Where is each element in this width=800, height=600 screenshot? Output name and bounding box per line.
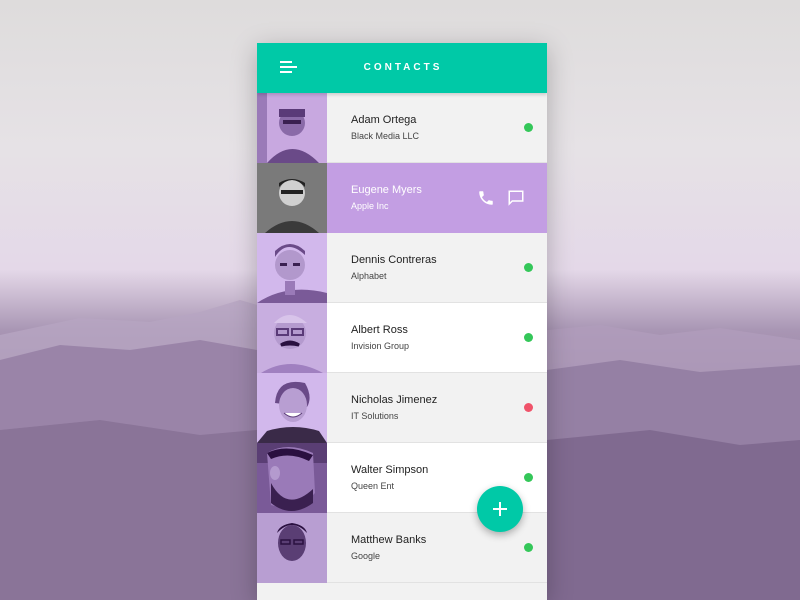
status-indicator: [524, 403, 533, 412]
contact-name: Adam Ortega: [351, 114, 417, 126]
avatar: [257, 233, 327, 303]
page-title: CONTACTS: [363, 62, 443, 73]
status-indicator: [524, 473, 533, 482]
contact-row[interactable]: Adam Ortega Black Media LLC: [257, 93, 547, 163]
contact-name: Walter Simpson: [351, 464, 429, 476]
contact-company: Queen Ent: [351, 481, 395, 491]
contact-name: Matthew Banks: [351, 534, 427, 546]
contact-row[interactable]: Dennis Contreras Alphabet: [257, 233, 547, 303]
contact-company: Alphabet: [351, 271, 387, 281]
contact-company: Invision Group: [351, 341, 410, 351]
contact-company: IT Solutions: [351, 411, 399, 421]
avatar: [257, 373, 327, 443]
contact-row[interactable]: Nicholas Jimenez IT Solutions: [257, 373, 547, 443]
phone-icon[interactable]: [477, 189, 495, 207]
avatar: [257, 443, 327, 513]
contact-name: Nicholas Jimenez: [351, 394, 438, 406]
avatar: [257, 513, 327, 583]
contact-company: Black Media LLC: [351, 131, 420, 141]
avatar: [257, 93, 327, 163]
contacts-app: CONTACTS Adam Ortega Black Media LLC Eug…: [257, 43, 547, 600]
status-indicator: [524, 543, 533, 552]
status-indicator: [524, 123, 533, 132]
avatar: [257, 163, 327, 233]
contact-name: Albert Ross: [351, 324, 408, 336]
contact-company: Google: [351, 551, 381, 561]
message-icon[interactable]: [507, 189, 525, 207]
status-indicator: [524, 263, 533, 272]
contact-company: Apple Inc: [351, 201, 389, 211]
status-indicator: [524, 333, 533, 342]
contact-row[interactable]: Albert Ross Invision Group: [257, 303, 547, 373]
contact-name: Dennis Contreras: [351, 254, 437, 266]
contact-name: Eugene Myers: [351, 184, 422, 196]
avatar: [257, 303, 327, 373]
contact-row-selected[interactable]: Eugene Myers Apple Inc: [257, 163, 547, 233]
plus-icon: [493, 502, 507, 516]
add-contact-button[interactable]: [477, 486, 523, 532]
app-bar: CONTACTS: [257, 43, 547, 93]
